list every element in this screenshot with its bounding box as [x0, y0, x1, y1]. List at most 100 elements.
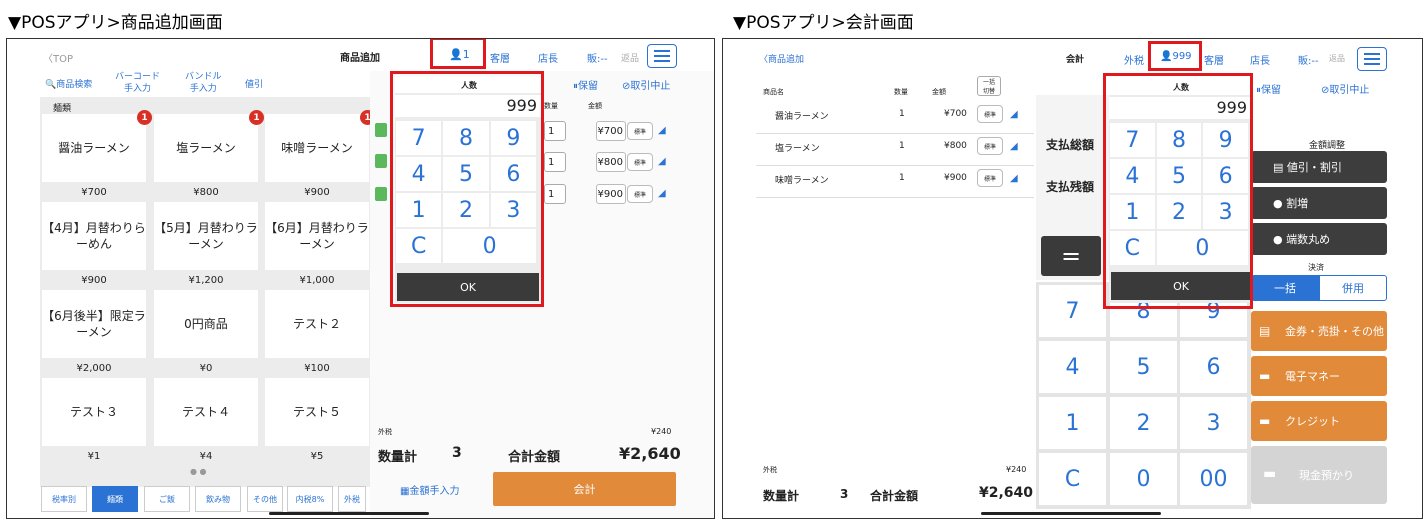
product-tile[interactable]: 【6月】月替わりラ ーメン	[265, 202, 369, 270]
keypad-key[interactable]: 7	[1039, 285, 1106, 337]
product-tile[interactable]: 味噌ラーメン	[265, 114, 369, 182]
cancel-transaction-button[interactable]: ⊘取引中止	[1321, 81, 1369, 96]
product-search-button[interactable]: 🔍商品検索	[45, 77, 92, 90]
line-price[interactable]: ¥800	[596, 152, 626, 172]
category-tab[interactable]: ご飯	[144, 486, 190, 512]
keypad-key[interactable]: C	[1039, 453, 1106, 505]
line-price[interactable]: ¥700	[596, 121, 626, 141]
coin-plus-icon: ●	[1273, 196, 1287, 210]
discount-button[interactable]: 値引	[245, 77, 263, 90]
line-name: 醤油ラーメン	[775, 112, 829, 122]
manager-button[interactable]: 店長	[1250, 52, 1270, 67]
product-tile[interactable]: テスト４	[154, 378, 258, 446]
product-tile[interactable]: 醤油ラーメン	[42, 114, 146, 182]
keypad-key[interactable]: 0	[1110, 453, 1177, 505]
tax-standard-button[interactable]: 標準	[977, 169, 1003, 187]
line-qty[interactable]: 1	[544, 184, 566, 204]
category-tab[interactable]: 外税	[338, 486, 366, 512]
tag-icon[interactable]: ◢	[1010, 141, 1024, 152]
keypad-key[interactable]: 1	[1039, 397, 1106, 449]
category-tab[interactable]: その他	[247, 486, 283, 512]
back-top-link[interactable]: 〈TOP	[43, 50, 73, 65]
keypad-key[interactable]: 2	[1110, 397, 1177, 449]
settle-title: 決済	[1308, 263, 1324, 272]
return-button[interactable]: 返品	[1329, 53, 1345, 64]
product-tile[interactable]: テスト５	[265, 378, 369, 446]
guest-type-button[interactable]: 客層	[1204, 52, 1224, 67]
tax-mode-label[interactable]: 外税	[1124, 52, 1144, 67]
sales-staff-button[interactable]: 販:--	[587, 50, 608, 65]
pay-total-label: 支払総額	[1046, 138, 1095, 152]
credit-button[interactable]: クレジット	[1251, 401, 1387, 441]
tag-icon[interactable]: ◢	[658, 156, 672, 167]
tax-standard-button[interactable]: 標準	[627, 185, 653, 203]
manual-amount-button[interactable]: ▦金額手入力	[400, 482, 459, 497]
category-tab[interactable]: 税率別	[41, 486, 87, 512]
keypad-key[interactable]: 5	[1110, 341, 1177, 393]
product-tile[interactable]: 【5月】月替わりラ ーメン	[154, 202, 258, 270]
category-tab[interactable]: 麺類	[92, 486, 138, 512]
lump-sum-toggle[interactable]: 一括	[1251, 275, 1319, 301]
hamburger-menu-icon[interactable]	[647, 44, 677, 68]
surcharge-button[interactable]: ● 割増	[1251, 187, 1387, 219]
hamburger-menu-icon[interactable]	[1357, 47, 1387, 71]
checkout-button[interactable]: 会計	[493, 472, 676, 506]
edit-icon[interactable]	[375, 187, 387, 201]
product-tile[interactable]: 【6月後半】限定ラ ーメン	[42, 290, 146, 358]
product-add-screen: 〈TOP 商品追加 👤1 客層 店長 販:-- 返品 🔍商品検索 バーコード 手…	[6, 38, 715, 519]
col-amount: 金額	[932, 88, 946, 96]
equals-button[interactable]: =	[1041, 236, 1101, 276]
keypad-key[interactable]: 00	[1180, 453, 1247, 505]
line-qty[interactable]: 1	[544, 121, 566, 141]
product-tile[interactable]: 【4月】月替わりら ーめん	[42, 202, 146, 270]
tag-icon[interactable]: ◢	[658, 188, 672, 199]
home-indicator	[269, 512, 429, 515]
product-tile[interactable]: テスト２	[265, 290, 369, 358]
product-tile[interactable]: 0円商品	[154, 290, 258, 358]
product-tile[interactable]: テスト３	[42, 378, 146, 446]
tax-standard-button[interactable]: 標準	[627, 122, 653, 140]
edit-icon[interactable]	[375, 123, 387, 137]
voucher-button[interactable]: 金券・売掛・その他	[1251, 311, 1387, 351]
emoney-button[interactable]: 電子マネー	[1251, 356, 1387, 396]
tag-icon[interactable]: ◢	[658, 125, 672, 136]
line-price[interactable]: ¥900	[596, 184, 626, 204]
cancel-transaction-button[interactable]: ⊘取引中止	[622, 77, 670, 92]
hold-button[interactable]: ⏸保留	[1256, 81, 1281, 96]
barcode-input-button[interactable]: バーコード 手入力	[115, 71, 160, 95]
hold-button[interactable]: ⏸保留	[573, 77, 598, 92]
edit-icon[interactable]	[375, 154, 387, 168]
discount-button[interactable]: ▤ 値引・割引	[1251, 151, 1387, 183]
back-product-add-link[interactable]: 〈商品追加	[759, 52, 804, 65]
tax-label: 外税	[763, 466, 777, 474]
guest-type-button[interactable]: 客層	[490, 50, 510, 65]
col-amount: 金額	[588, 102, 602, 110]
category-tab[interactable]: 飲み物	[195, 486, 241, 512]
keypad-key[interactable]: 3	[1180, 397, 1247, 449]
tag-icon[interactable]: ◢	[1010, 173, 1024, 184]
tax-standard-button[interactable]: 標準	[977, 105, 1003, 123]
sales-staff-button[interactable]: 販:--	[1298, 52, 1319, 67]
product-price: ¥900	[304, 187, 330, 198]
product-price: ¥900	[81, 275, 107, 286]
product-tile[interactable]: 塩ラーメン	[154, 114, 258, 182]
product-price: ¥100	[304, 363, 330, 374]
tax-standard-button[interactable]: 標準	[627, 153, 653, 171]
qty-total-value: 3	[840, 487, 849, 501]
page-title: 会計	[1066, 55, 1085, 65]
tag-icon[interactable]: ◢	[1010, 109, 1024, 120]
keypad-key[interactable]: 6	[1180, 341, 1247, 393]
bundle-input-button[interactable]: バンドル 手入力	[185, 71, 221, 95]
return-button[interactable]: 返品	[621, 51, 639, 64]
product-price: ¥1,200	[188, 275, 224, 286]
tax-standard-button[interactable]: 標準	[977, 137, 1003, 155]
manager-button[interactable]: 店長	[538, 50, 558, 65]
line-qty[interactable]: 1	[544, 152, 566, 172]
product-price: ¥700	[81, 187, 107, 198]
keypad-key[interactable]: 4	[1039, 341, 1106, 393]
bulk-switch-button[interactable]: 一括 切替	[977, 76, 1001, 96]
rounding-button[interactable]: ● 端数丸め	[1251, 223, 1387, 255]
highlight-people-button	[1148, 41, 1202, 71]
category-tab[interactable]: 内税8%	[287, 486, 333, 512]
combined-toggle[interactable]: 併用	[1319, 275, 1387, 301]
